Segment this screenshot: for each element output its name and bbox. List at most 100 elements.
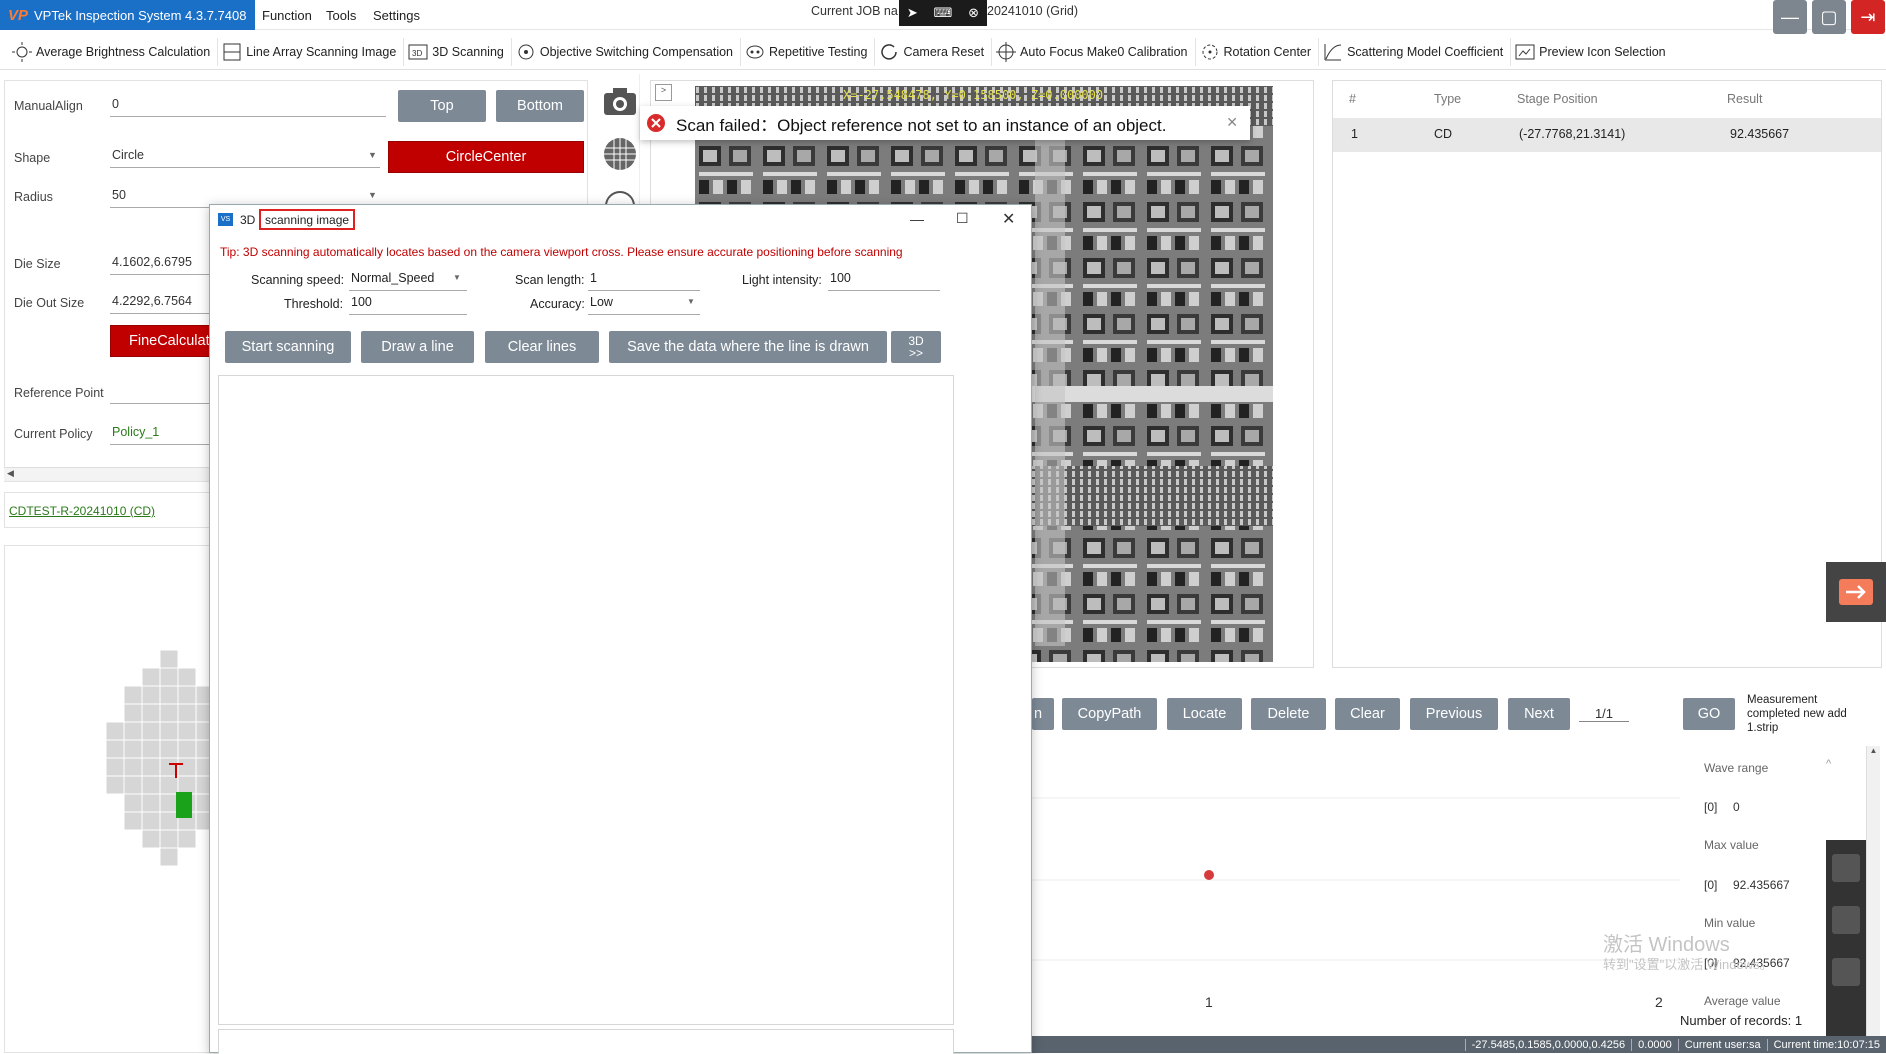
manualalign-input[interactable]: 0	[110, 95, 386, 117]
app-logo: VP	[8, 6, 29, 24]
dialog-close-button[interactable]: ✕	[1002, 209, 1015, 229]
recorder-icon[interactable]	[1832, 958, 1860, 986]
next-button[interactable]: Next	[1508, 698, 1570, 730]
error-icon	[647, 114, 665, 132]
export-tab[interactable]	[1826, 562, 1886, 622]
dialog-title-prefix: 3D	[240, 213, 256, 227]
scan-canvas[interactable]	[218, 375, 954, 1025]
tool-label: Camera Reset	[903, 44, 985, 59]
locate-button[interactable]: Locate	[1167, 698, 1242, 730]
menu-function[interactable]: Function	[262, 0, 312, 30]
record-count: Number of records: 1	[1680, 1013, 1803, 1028]
tool-preview-icon[interactable]: Preview Icon Selection	[1511, 38, 1672, 66]
tool-objective-switching[interactable]: Objective Switching Compensation	[512, 37, 742, 66]
wafer-map[interactable]	[100, 650, 210, 950]
cell-type: CD	[1434, 127, 1453, 141]
shape-label: Shape	[14, 151, 51, 165]
tool-label: Objective Switching Compensation	[539, 44, 734, 59]
close-circle-icon[interactable]: ⊗	[968, 5, 979, 21]
finecalculate-button[interactable]: FineCalculat	[110, 325, 210, 357]
status-zero: 0.0000	[1631, 1038, 1678, 1051]
tool-3d-scanning[interactable]: 3D 3D Scanning	[404, 37, 512, 66]
current-policy-label: Current Policy	[14, 427, 93, 441]
reference-point-value[interactable]	[110, 382, 210, 404]
go-button[interactable]: GO	[1683, 698, 1735, 730]
pointer-icon[interactable]: ➤	[907, 5, 918, 21]
recorder-icon[interactable]	[1832, 906, 1860, 934]
exit-button[interactable]: ⇥	[1851, 0, 1885, 34]
reset-icon	[878, 41, 900, 63]
tool-average-brightness[interactable]: Average Brightness Calculation	[8, 37, 219, 66]
tool-label: 3D Scanning	[432, 44, 504, 59]
status-user: Current user:sa	[1677, 1038, 1767, 1051]
diesize-value[interactable]: 4.1602,6.6795	[110, 253, 210, 275]
copypath-button[interactable]: CopyPath	[1062, 698, 1157, 730]
light-intensity-input[interactable]: 100	[828, 269, 940, 291]
dieout-value[interactable]: 4.2292,6.7564	[110, 292, 210, 314]
partial-button[interactable]: n	[1032, 698, 1054, 730]
manualalign-label: ManualAlign	[14, 99, 83, 113]
tool-scattering-model[interactable]: Scattering Model Coefficient	[1319, 37, 1512, 66]
page-indicator[interactable]: 1/1	[1579, 706, 1629, 722]
tool-camera-reset[interactable]: Camera Reset	[875, 37, 993, 66]
close-icon[interactable]: ✕	[1226, 114, 1238, 131]
chevron-down-icon: ▼	[368, 190, 377, 200]
maximize-button[interactable]: ▢	[1812, 0, 1846, 34]
3d-expand-button[interactable]: 3D >>	[891, 331, 941, 363]
camera-icon[interactable]	[602, 86, 638, 118]
current-policy-value[interactable]: Policy_1	[110, 423, 210, 445]
expand-icon[interactable]: >	[655, 84, 672, 101]
menu-settings[interactable]: Settings	[373, 0, 420, 30]
previous-button[interactable]: Previous	[1410, 698, 1498, 730]
vertical-scrollbar[interactable]: ▲	[1866, 746, 1880, 1036]
grid-icon[interactable]	[602, 136, 638, 172]
results-table	[1332, 80, 1882, 668]
keyboard-icon[interactable]: ⌨	[934, 5, 953, 21]
scan-length-input[interactable]: 1	[588, 269, 700, 291]
app-name: VPTek Inspection System 4.3.7.7408	[34, 7, 247, 23]
error-message: Scan failed：Object reference not set to …	[676, 115, 1167, 135]
bottom-button[interactable]: Bottom	[496, 90, 584, 122]
preview-icon	[1514, 41, 1536, 63]
top-button[interactable]: Top	[398, 90, 486, 122]
tool-label: Repetitive Testing	[769, 44, 868, 59]
delete-button[interactable]: Delete	[1251, 698, 1326, 730]
side-recorder-bar	[1826, 840, 1866, 1036]
threshold-input[interactable]: 100	[349, 293, 467, 315]
dialog-maximize-button[interactable]: ☐	[956, 210, 969, 227]
scatter-icon	[1322, 41, 1344, 63]
data-point[interactable]	[1204, 870, 1214, 880]
measurement-plot	[1032, 740, 1680, 1036]
svg-text:3D: 3D	[412, 49, 422, 58]
start-scanning-button[interactable]: Start scanning	[225, 331, 351, 363]
tool-line-array[interactable]: Line Array Scanning Image	[218, 37, 405, 66]
tool-label: Auto Focus Make0 Calibration	[1020, 44, 1188, 59]
focus-icon	[995, 41, 1017, 63]
scanning-speed-select[interactable]: Normal_Speed	[349, 269, 467, 291]
draw-line-button[interactable]: Draw a line	[361, 331, 474, 363]
tool-auto-focus[interactable]: Auto Focus Make0 Calibration	[992, 37, 1196, 66]
shape-select[interactable]: Circle	[110, 146, 380, 168]
save-line-data-button[interactable]: Save the data where the line is drawn	[609, 331, 887, 363]
menu-tools[interactable]: Tools	[326, 0, 356, 30]
clear-lines-button[interactable]: Clear lines	[485, 331, 599, 363]
wave-value: 0	[1733, 800, 1740, 814]
recorder-icon[interactable]	[1832, 854, 1860, 882]
tool-rotation-center[interactable]: Rotation Center	[1196, 37, 1320, 66]
clear-button[interactable]: Clear	[1335, 698, 1400, 730]
col-header-result: Result	[1727, 92, 1763, 106]
col-header-index: #	[1349, 92, 1356, 106]
scroll-up-icon[interactable]: ▲	[1867, 746, 1880, 755]
wave-range-label: Wave range	[1704, 761, 1769, 775]
col-header-stage: Stage Position	[1517, 92, 1598, 106]
accuracy-select[interactable]: Low	[588, 293, 700, 315]
chevron-up-icon[interactable]: ^	[1826, 758, 1831, 770]
circlecenter-button[interactable]: CircleCenter	[388, 141, 584, 173]
recipe-link[interactable]: CDTEST-R-20241010 (CD)	[9, 504, 155, 518]
minimize-button[interactable]: —	[1773, 0, 1807, 34]
tool-repetitive-testing[interactable]: Repetitive Testing	[741, 37, 876, 66]
scroll-left-icon[interactable]: ◀	[7, 468, 14, 479]
dialog-minimize-button[interactable]: —	[910, 211, 924, 227]
3d-icon: 3D	[407, 41, 429, 63]
chevron-down-icon: ▼	[687, 297, 695, 306]
